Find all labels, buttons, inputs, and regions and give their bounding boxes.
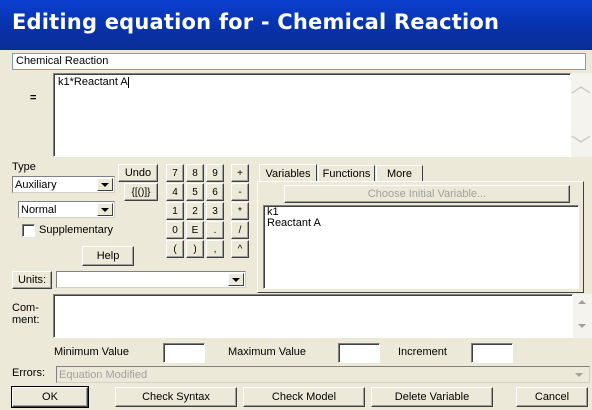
dropdown-arrow-icon[interactable] — [97, 203, 113, 216]
keypad-2-button[interactable]: 2 — [186, 202, 204, 220]
keypad-3-button[interactable]: 3 — [206, 202, 224, 220]
tab-more[interactable]: More — [376, 165, 423, 181]
keypad-6-button[interactable]: 6 — [206, 183, 224, 201]
supplementary-checkbox[interactable] — [22, 224, 35, 237]
help-button[interactable]: Help — [82, 246, 134, 266]
scroll-down-icon[interactable]: ﹀ — [571, 135, 591, 155]
keypad-4-button[interactable]: 4 — [166, 183, 184, 201]
keypad-9-button[interactable]: 9 — [206, 164, 224, 182]
keypad-7-button[interactable]: 7 — [166, 164, 184, 182]
check-model-button[interactable]: Check Model — [243, 387, 365, 407]
maximum-value-input[interactable] — [338, 343, 380, 363]
keypad-0-button[interactable]: 0 — [166, 221, 184, 239]
increment-input[interactable] — [471, 343, 513, 363]
scroll-down-icon[interactable] — [578, 324, 586, 328]
cancel-button[interactable]: Cancel — [516, 387, 588, 407]
keypad-decimal-button[interactable]: . — [206, 221, 224, 239]
minimum-value-label: Minimum Value — [54, 346, 129, 358]
variables-list[interactable]: k1 Reactant A — [263, 205, 579, 289]
type-dropdown[interactable]: Auxiliary — [12, 176, 115, 193]
subtype-dropdown-value: Normal — [21, 203, 57, 216]
title-bar[interactable]: Editing equation for - Chemical Reaction — [0, 0, 592, 50]
keypad-comma-button[interactable]: , — [206, 240, 224, 258]
choose-initial-variable-button[interactable]: Choose Initial Variable... — [284, 185, 570, 203]
check-syntax-button[interactable]: Check Syntax — [115, 387, 237, 407]
keypad-minus-button[interactable]: - — [231, 183, 249, 201]
scroll-up-icon[interactable] — [578, 300, 586, 304]
list-item[interactable]: Reactant A — [267, 218, 575, 229]
text-cursor — [127, 76, 129, 88]
type-dropdown-value: Auxiliary — [15, 178, 57, 191]
keypad-divide-button[interactable]: / — [231, 221, 249, 239]
keypad-8-button[interactable]: 8 — [186, 164, 204, 182]
dropdown-arrow-icon[interactable] — [97, 178, 113, 191]
errors-label: Errors: — [12, 367, 45, 379]
minimum-value-input[interactable] — [163, 343, 205, 363]
keypad-plus-button[interactable]: + — [231, 164, 249, 182]
equation-text: k1*Reactant A — [58, 76, 128, 88]
keypad-open-paren-button[interactable]: ( — [166, 240, 184, 258]
units-dropdown[interactable] — [56, 271, 246, 288]
units-button[interactable]: Units: — [12, 271, 52, 289]
comment-label: Com- ment: — [12, 302, 40, 326]
maximum-value-label: Maximum Value — [228, 346, 307, 358]
tab-variables[interactable]: Variables — [259, 164, 317, 182]
undo-button[interactable]: Undo — [118, 164, 158, 182]
errors-dropdown[interactable]: Equation Modified — [56, 366, 590, 383]
supplementary-label: Supplementary — [39, 224, 113, 236]
keypad-5-button[interactable]: 5 — [186, 183, 204, 201]
equals-label: = — [30, 92, 37, 104]
comment-scrollbar[interactable] — [573, 294, 592, 338]
subtype-dropdown[interactable]: Normal — [18, 201, 115, 218]
dropdown-arrow-icon[interactable] — [575, 373, 583, 377]
errors-value: Equation Modified — [59, 368, 148, 381]
delete-variable-button[interactable]: Delete Variable — [371, 387, 493, 407]
increment-label: Increment — [398, 346, 447, 358]
keypad-1-button[interactable]: 1 — [166, 202, 184, 220]
tab-functions[interactable]: Functions — [318, 165, 375, 181]
equation-editor-window: Editing equation for - Chemical Reaction… — [0, 0, 592, 410]
keypad-power-button[interactable]: ^ — [231, 240, 249, 258]
comment-textarea[interactable] — [53, 294, 573, 338]
equation-scrollbar[interactable]: ︿ ﹀ — [571, 73, 592, 157]
keypad-close-paren-button[interactable]: ) — [186, 240, 204, 258]
type-label: Type — [12, 161, 36, 173]
ok-button[interactable]: OK — [11, 386, 89, 408]
variable-name-field[interactable]: Chemical Reaction — [12, 53, 586, 70]
brackets-button[interactable]: {[()]} — [124, 183, 158, 201]
window-title: Editing equation for - Chemical Reaction — [12, 10, 500, 34]
equation-textarea[interactable]: k1*Reactant A — [53, 73, 571, 157]
dropdown-arrow-icon[interactable] — [228, 273, 244, 286]
keypad-exponent-button[interactable]: E — [186, 221, 204, 239]
scroll-up-icon[interactable]: ︿ — [571, 75, 591, 95]
keypad-multiply-button[interactable]: * — [231, 202, 249, 220]
